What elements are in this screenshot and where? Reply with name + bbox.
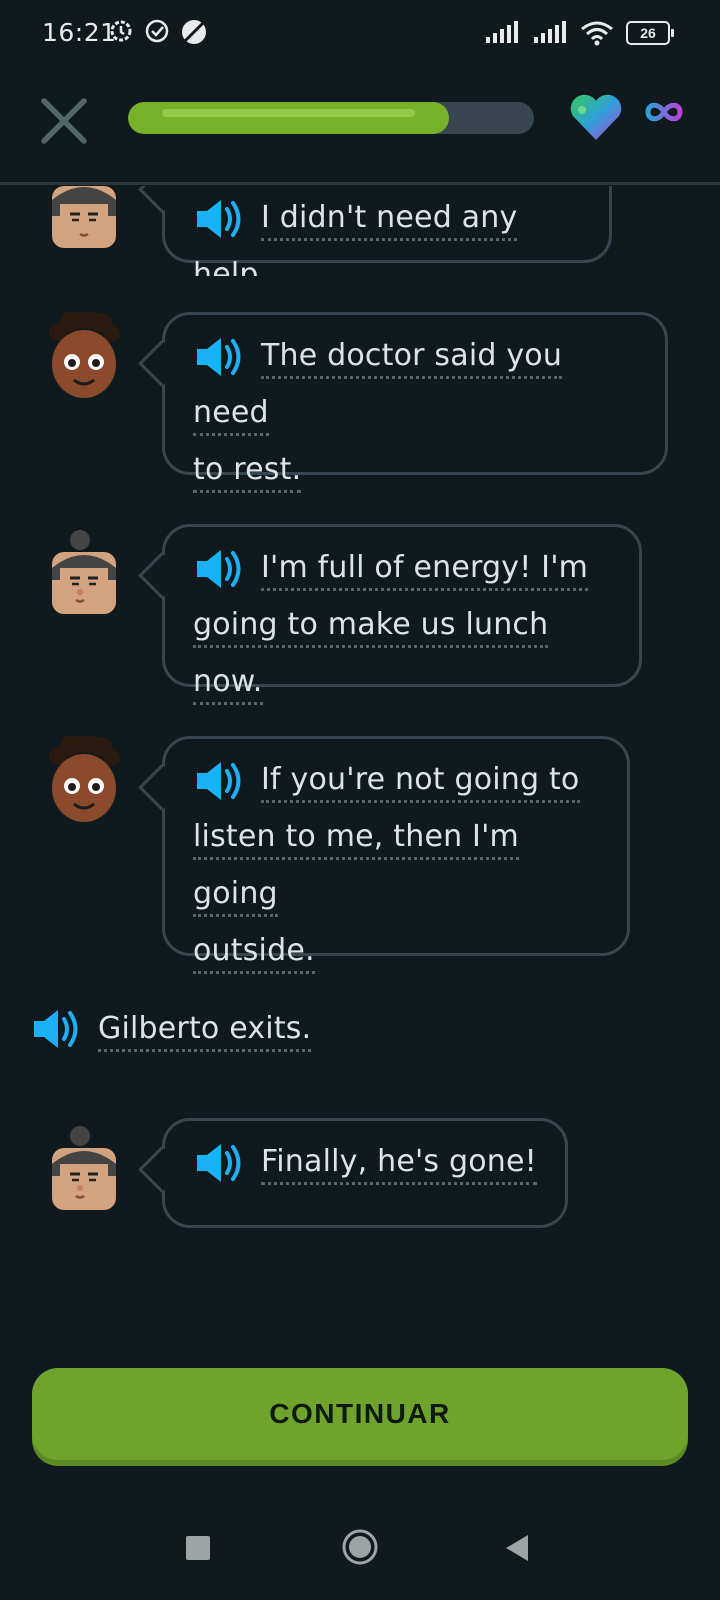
narration-text[interactable]: Gilberto exits.: [98, 1011, 312, 1052]
lesson-header: [0, 70, 720, 185]
speaker-icon[interactable]: [193, 1141, 243, 1185]
close-icon[interactable]: [38, 95, 90, 147]
message-text[interactable]: The doctor said you need: [193, 338, 563, 436]
system-nav-bar: [0, 1500, 720, 1600]
heart-icon[interactable]: [568, 92, 624, 142]
settings-icon: [110, 20, 132, 42]
chat-bubble: Finally, he's gone!: [138, 1118, 568, 1228]
message-text[interactable]: listen to me, then I'm going: [193, 819, 519, 917]
infinity-icon: [645, 102, 683, 122]
speaker-icon[interactable]: [193, 335, 243, 379]
message-text[interactable]: I'm full of energy! I'm: [261, 550, 589, 591]
signal-icon: [486, 21, 518, 43]
avatar-man: [52, 530, 116, 614]
status-bar: 16:21 26: [0, 0, 720, 70]
message-text[interactable]: If you're not going to: [261, 762, 580, 803]
battery-indicator: 26: [626, 21, 674, 45]
back-icon[interactable]: [504, 1533, 530, 1563]
progress-fill: [128, 102, 449, 134]
chat-message: Finally, he's gone!: [0, 1118, 720, 1230]
chat-message: I didn't need any help.: [0, 186, 720, 276]
message-text[interactable]: going to make us lunch now.: [193, 607, 549, 705]
chat-bubble: I'm full of energy! I'm going to make us…: [138, 524, 642, 705]
message-text[interactable]: outside.: [193, 933, 315, 974]
stop-icon[interactable]: [186, 1536, 210, 1560]
no-disturb-icon: [182, 20, 206, 44]
speaker-icon[interactable]: [193, 197, 243, 241]
lesson-progress-bar: [128, 102, 534, 134]
speaker-icon[interactable]: [30, 1007, 80, 1051]
check-circle-icon: [145, 19, 169, 43]
avatar-man: [52, 186, 116, 248]
narration-line: Gilberto exits.: [30, 1000, 312, 1057]
home-icon[interactable]: [341, 1528, 379, 1566]
chat-message: The doctor said you need to rest.: [0, 312, 720, 493]
chat-message: I'm full of energy! I'm going to make us…: [0, 524, 720, 705]
avatar-woman: [49, 736, 120, 822]
avatar-man: [52, 1126, 116, 1210]
chat-bubble: I didn't need any help.: [138, 186, 612, 276]
message-text[interactable]: to rest.: [193, 452, 302, 493]
status-time: 16:21: [42, 18, 117, 47]
speaker-icon[interactable]: [193, 547, 243, 591]
chat-bubble: The doctor said you need to rest.: [138, 312, 668, 493]
continue-button[interactable]: CONTINUAR: [32, 1368, 688, 1460]
signal-icon-2: [534, 21, 566, 43]
chat-bubble: If you're not going to listen to me, the…: [138, 736, 630, 974]
chat-message: If you're not going to listen to me, the…: [0, 736, 720, 974]
avatar-woman: [49, 312, 120, 398]
message-text[interactable]: Finally, he's gone!: [261, 1144, 537, 1185]
wifi-icon: [581, 21, 613, 46]
speaker-icon[interactable]: [193, 759, 243, 803]
